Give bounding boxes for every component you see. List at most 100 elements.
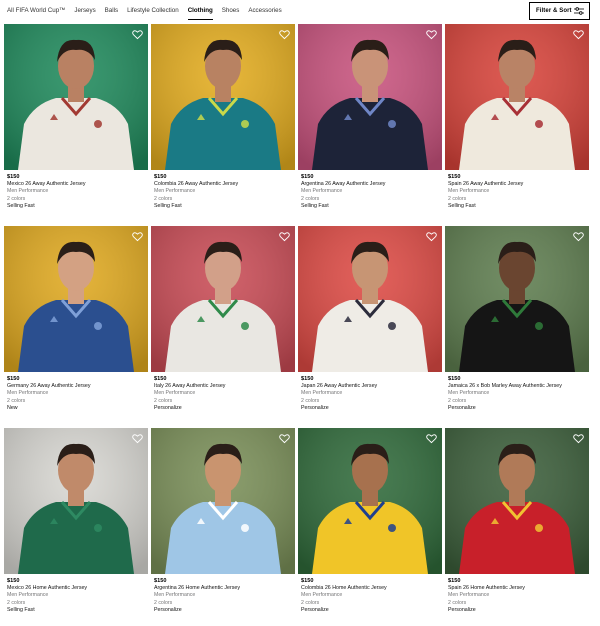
product-price: $150	[7, 174, 20, 180]
model-photo	[151, 226, 295, 372]
model-photo	[445, 24, 589, 170]
wishlist-heart-icon[interactable]	[132, 231, 143, 242]
wishlist-heart-icon[interactable]	[426, 231, 437, 242]
product-card[interactable]: $150 Mexico 26 Away Authentic Jersey Men P…	[4, 24, 148, 222]
product-image[interactable]	[298, 226, 442, 372]
product-name[interactable]: Germany 26 Away Authentic Jersey	[7, 383, 147, 390]
product-image[interactable]	[445, 226, 589, 372]
product-image[interactable]	[4, 24, 148, 170]
product-image[interactable]	[151, 428, 295, 574]
filter-sort-button[interactable]: Filter & Sort	[529, 2, 590, 20]
product-colors: 2 colors	[7, 195, 26, 202]
model-photo	[298, 24, 442, 170]
product-name[interactable]: Spain 26 Away Authentic Jersey	[448, 181, 588, 188]
product-card[interactable]: $150 Colombia 26 Home Authentic Jersey Men…	[298, 428, 442, 626]
product-colors: 2 colors	[154, 599, 173, 606]
product-info: $150 Argentina 26 Home Authentic Jersey Me…	[154, 577, 294, 614]
category-nav: All FIFA World Cup™ Jerseys Balls Lifest…	[0, 0, 600, 24]
wishlist-heart-icon[interactable]	[573, 29, 584, 40]
tab-accessories[interactable]: Accessories	[248, 5, 281, 20]
product-image[interactable]	[151, 226, 295, 372]
tab-lifestyle-collection[interactable]: Lifestyle Collection	[127, 5, 179, 20]
tab-jerseys[interactable]: Jerseys	[74, 5, 95, 20]
product-badge: Personalize	[154, 404, 182, 411]
filter-sort-label: Filter & Sort	[536, 8, 572, 14]
model-photo	[445, 226, 589, 372]
product-image[interactable]	[151, 24, 295, 170]
product-colors: 2 colors	[7, 599, 26, 606]
product-name[interactable]: Spain 26 Home Authentic Jersey	[448, 585, 588, 592]
product-category: Men Performance	[448, 188, 490, 195]
product-name[interactable]: Argentina 26 Home Authentic Jersey	[154, 585, 294, 592]
product-card[interactable]: $150 Argentina 26 Home Authentic Jersey Me…	[151, 428, 295, 626]
product-image[interactable]	[298, 24, 442, 170]
wishlist-heart-icon[interactable]	[426, 29, 437, 40]
product-category: Men Performance	[7, 390, 49, 397]
model-photo	[445, 428, 589, 574]
product-card[interactable]: $150 Germany 26 Away Authentic Jersey Men …	[4, 226, 148, 424]
product-image[interactable]	[4, 428, 148, 574]
product-category: Men Performance	[154, 390, 196, 397]
product-category: Men Performance	[301, 390, 343, 397]
tab-balls[interactable]: Balls	[105, 5, 118, 20]
product-name[interactable]: Japan 26 Away Authentic Jersey	[301, 383, 441, 390]
product-category: Men Performance	[7, 188, 49, 195]
model-photo	[151, 428, 295, 574]
product-card[interactable]: $150 Argentina 26 Away Authentic Jersey Me…	[298, 24, 442, 222]
tab-all-fifa-world-cup[interactable]: All FIFA World Cup™	[7, 5, 65, 20]
product-name[interactable]: Colombia 26 Away Authentic Jersey	[154, 181, 294, 188]
product-price: $150	[154, 376, 167, 382]
wishlist-heart-icon[interactable]	[573, 433, 584, 444]
wishlist-heart-icon[interactable]	[279, 231, 290, 242]
product-badge: Personalize	[448, 606, 476, 613]
product-image[interactable]	[445, 24, 589, 170]
product-info: $150 Colombia 26 Away Authentic Jersey Men…	[154, 173, 294, 210]
product-badge: Selling Fast	[301, 202, 329, 209]
wishlist-heart-icon[interactable]	[279, 433, 290, 444]
product-image[interactable]	[445, 428, 589, 574]
product-category: Men Performance	[154, 188, 196, 195]
product-card[interactable]: $150 Mexico 26 Home Authentic Jersey Men P…	[4, 428, 148, 626]
wishlist-heart-icon[interactable]	[426, 433, 437, 444]
product-info: $150 Japan 26 Away Authentic Jersey Men Pe…	[301, 375, 441, 412]
product-card[interactable]: $150 Spain 26 Home Authentic Jersey Men Pe…	[445, 428, 589, 626]
product-colors: 2 colors	[448, 195, 467, 202]
product-card[interactable]: $150 Italy 26 Away Authentic Jersey Men Pe…	[151, 226, 295, 424]
product-badge: Personalize	[301, 606, 329, 613]
model-photo	[151, 24, 295, 170]
wishlist-heart-icon[interactable]	[132, 433, 143, 444]
product-colors: 2 colors	[301, 397, 320, 404]
product-info: $150 Jamaica 26 x Bob Marley Away Authent…	[448, 375, 588, 412]
product-info: $150 Spain 26 Home Authentic Jersey Men Pe…	[448, 577, 588, 614]
tab-shoes[interactable]: Shoes	[222, 5, 240, 20]
tab-clothing[interactable]: Clothing	[187, 5, 213, 20]
product-name[interactable]: Mexico 26 Away Authentic Jersey	[7, 181, 147, 188]
wishlist-heart-icon[interactable]	[279, 29, 290, 40]
product-info: $150 Italy 26 Away Authentic Jersey Men Pe…	[154, 375, 294, 412]
product-name[interactable]: Colombia 26 Home Authentic Jersey	[301, 585, 441, 592]
product-colors: 2 colors	[448, 397, 467, 404]
product-image[interactable]	[298, 428, 442, 574]
wishlist-heart-icon[interactable]	[132, 29, 143, 40]
model-photo	[298, 428, 442, 574]
product-card[interactable]: $150 Jamaica 26 x Bob Marley Away Authent…	[445, 226, 589, 424]
product-image[interactable]	[4, 226, 148, 372]
product-name[interactable]: Mexico 26 Home Authentic Jersey	[7, 585, 147, 592]
product-name[interactable]: Argentina 26 Away Authentic Jersey	[301, 181, 441, 188]
product-name[interactable]: Jamaica 26 x Bob Marley Away Authentic J…	[448, 383, 588, 390]
product-info: $150 Colombia 26 Home Authentic Jersey Men…	[301, 577, 441, 614]
product-badge: Selling Fast	[154, 202, 182, 209]
product-info: $150 Mexico 26 Home Authentic Jersey Men P…	[7, 577, 147, 614]
model-photo	[4, 24, 148, 170]
product-card[interactable]: $150 Japan 26 Away Authentic Jersey Men Pe…	[298, 226, 442, 424]
product-badge: New	[7, 404, 18, 411]
product-price: $150	[301, 376, 314, 382]
product-card[interactable]: $150 Colombia 26 Away Authentic Jersey Men…	[151, 24, 295, 222]
product-name[interactable]: Italy 26 Away Authentic Jersey	[154, 383, 294, 390]
product-category: Men Performance	[154, 592, 196, 599]
product-price: $150	[154, 578, 167, 584]
wishlist-heart-icon[interactable]	[573, 231, 584, 242]
product-card[interactable]: $150 Spain 26 Away Authentic Jersey Men Pe…	[445, 24, 589, 222]
product-category: Men Performance	[448, 592, 490, 599]
product-badge: Personalize	[448, 404, 476, 411]
